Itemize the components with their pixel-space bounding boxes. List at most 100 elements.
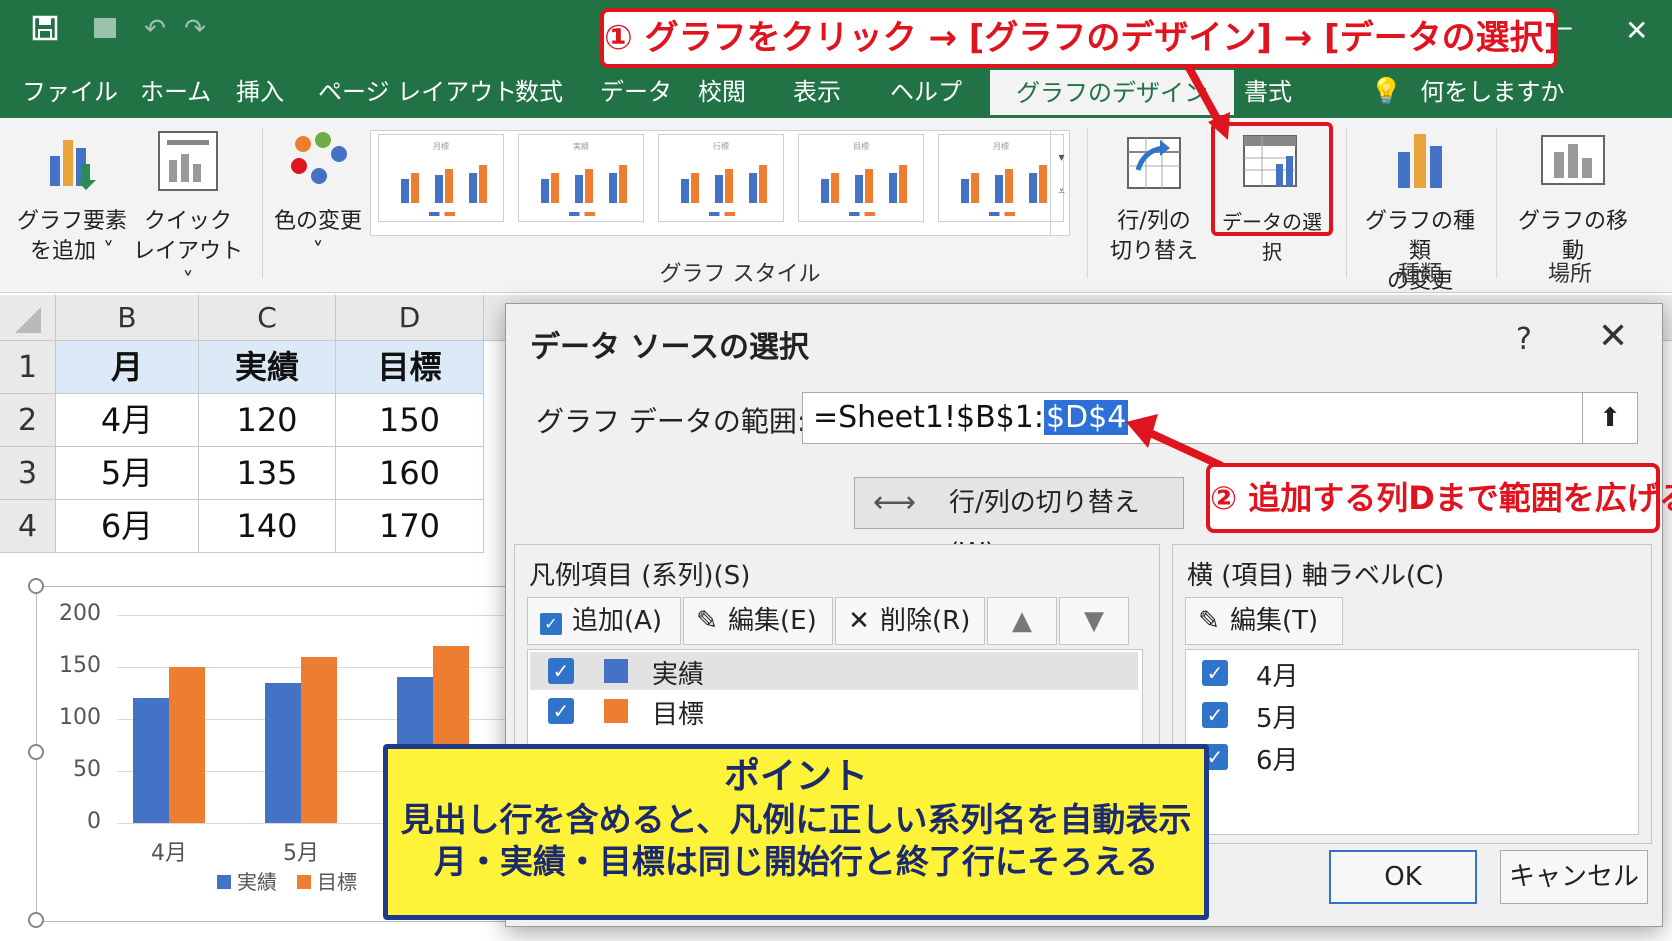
legend-entries-title: 凡例項目 (系列)(S) (529, 561, 751, 591)
tab-format[interactable]: 書式 (1244, 72, 1292, 112)
thumbnail-legend (569, 212, 595, 216)
range-selected-text: $D$4 (1043, 400, 1129, 435)
chart-resize-handle[interactable] (28, 578, 44, 594)
ok-button[interactable]: OK (1329, 850, 1477, 904)
tab-file[interactable]: ファイル (22, 72, 118, 112)
axis-label-checkbox[interactable]: ✓ (1202, 702, 1228, 728)
chart-style-thumbnail[interactable]: 月標 (378, 134, 504, 222)
chart-resize-handle[interactable] (28, 744, 44, 760)
step1-callout: ① グラフをクリック → [グラフのデザイン] → [データの選択] (600, 8, 1559, 68)
cancel-button[interactable]: キャンセル (1500, 850, 1648, 904)
cell-c4[interactable]: 140 (199, 500, 336, 553)
cell-b2[interactable]: 4月 (56, 394, 199, 447)
cell-c3[interactable]: 135 (199, 447, 336, 500)
cell-d4[interactable]: 170 (336, 500, 484, 553)
quick-layout-button[interactable]: クイック レイアウト ˅ (132, 130, 244, 297)
chart-resize-handle[interactable] (28, 912, 44, 928)
thumbnail-bar (411, 173, 419, 203)
delete-series-button[interactable]: ✕ 削除(R) (835, 597, 985, 645)
step2-callout: ② 追加する列Dまで範囲を広げる (1206, 463, 1672, 533)
column-header-d[interactable]: D (336, 295, 484, 341)
column-header-b[interactable]: B (56, 295, 199, 341)
cell-d2[interactable]: 150 (336, 394, 484, 447)
move-up-button[interactable]: ▲ (987, 597, 1057, 645)
tell-me-search[interactable]: 💡 何をしますか (1370, 72, 1564, 112)
series-checkbox[interactable]: ✓ (548, 698, 574, 724)
cell-b1[interactable]: 月 (56, 341, 199, 394)
gallery-scrollbar[interactable]: ▾ ⩡ (1050, 130, 1072, 236)
legend-swatch (217, 875, 231, 889)
row-header-3[interactable]: 3 (0, 447, 56, 500)
move-chart-button[interactable]: グラフの移動 (1508, 130, 1638, 267)
edit-icon: ✎ (696, 606, 718, 636)
thumbnail-bar (681, 179, 689, 203)
thumbnail-bar (971, 173, 979, 203)
chart-style-thumbnail[interactable]: 行標 (658, 134, 784, 222)
axis-label-item: 6月 (1256, 746, 1299, 776)
thumbnail-bar (551, 173, 559, 203)
tab-help[interactable]: ヘルプ (890, 72, 962, 112)
redo-icon[interactable]: ↷ (180, 14, 210, 44)
move-chart-icon (1508, 130, 1638, 201)
chart-bar[interactable] (301, 656, 337, 823)
thumbnail-bar (575, 175, 583, 203)
chart-style-thumbnail[interactable]: 目標 (798, 134, 924, 222)
row-header-2[interactable]: 2 (0, 394, 56, 447)
row-header-1[interactable]: 1 (0, 341, 56, 394)
thumbnail-bar (619, 165, 627, 203)
chart-bar[interactable] (169, 667, 205, 823)
close-icon[interactable]: ✕ (1625, 14, 1648, 47)
switch-row-column-button[interactable]: 行/列の 切り替え (1100, 130, 1208, 267)
form-icon[interactable] (90, 14, 120, 44)
add-chart-element-label-1: グラフ要素 (16, 209, 127, 234)
change-colors-button[interactable]: 色の変更 ˅ (270, 130, 366, 267)
change-colors-label-1: 色の変更 (273, 209, 362, 234)
help-icon[interactable]: ? (1516, 322, 1532, 357)
axis-label-checkbox[interactable]: ✓ (1202, 660, 1228, 686)
chart-style-thumbnail[interactable]: 月標 (938, 134, 1064, 222)
left-right-arrow-icon: ⟷ (873, 485, 917, 520)
thumbnail-bar (855, 175, 863, 203)
series-checkbox[interactable]: ✓ (548, 658, 574, 684)
select-all-corner[interactable] (0, 295, 56, 341)
row-header-4[interactable]: 4 (0, 500, 56, 553)
switch-row-column-dialog-button[interactable]: ⟷ 行/列の切り替え(W) (854, 477, 1184, 568)
cell-c2[interactable]: 120 (199, 394, 336, 447)
triangle-down-icon: ▼ (1084, 606, 1104, 636)
edit-series-label: 編集(E) (728, 606, 817, 636)
cell-c1[interactable]: 実績 (199, 341, 336, 394)
add-series-button[interactable]: ✓ 追加(A) (527, 597, 681, 645)
add-chart-element-icon (14, 130, 130, 201)
tab-home[interactable]: ホーム (140, 72, 211, 112)
tab-review[interactable]: 校閲 (698, 72, 746, 112)
gallery-down-icon[interactable]: ▾ (1051, 150, 1072, 164)
cell-b4[interactable]: 6月 (56, 500, 199, 553)
legend-swatch (297, 875, 311, 889)
thumbnail-bar (469, 173, 477, 203)
thumbnail-bar (691, 173, 699, 203)
chart-bar[interactable] (265, 682, 301, 823)
cell-d3[interactable]: 160 (336, 447, 484, 500)
undo-icon[interactable]: ↶ (140, 14, 170, 44)
column-header-c[interactable]: C (199, 295, 336, 341)
tab-insert[interactable]: 挿入 (236, 72, 284, 112)
step1-arrow (1184, 64, 1230, 140)
move-down-button[interactable]: ▼ (1059, 597, 1129, 645)
collapse-dialog-button[interactable]: ⬆ (1582, 392, 1638, 444)
chart-style-thumbnail[interactable]: 実績 (518, 134, 644, 222)
edit-series-button[interactable]: ✎ 編集(E) (683, 597, 833, 645)
tab-page-layout[interactable]: ページ レイアウト (318, 72, 517, 112)
thumbnail-bar (759, 165, 767, 203)
cell-d1[interactable]: 目標 (336, 341, 484, 394)
dialog-close-icon[interactable]: ✕ (1598, 316, 1628, 357)
add-chart-element-button[interactable]: グラフ要素 を追加 ˅ (14, 130, 130, 267)
cell-b3[interactable]: 5月 (56, 447, 199, 500)
tab-view[interactable]: 表示 (793, 72, 841, 112)
gallery-more-icon[interactable]: ⩡ (1051, 184, 1072, 199)
edit-axis-labels-button[interactable]: ✎ 編集(T) (1185, 597, 1343, 645)
tab-data[interactable]: データ (600, 72, 672, 112)
save-icon[interactable] (30, 14, 60, 44)
tab-formulas[interactable]: 数式 (515, 72, 563, 112)
chart-bar[interactable] (133, 698, 169, 823)
thumbnail-title: 月標 (993, 142, 1009, 151)
